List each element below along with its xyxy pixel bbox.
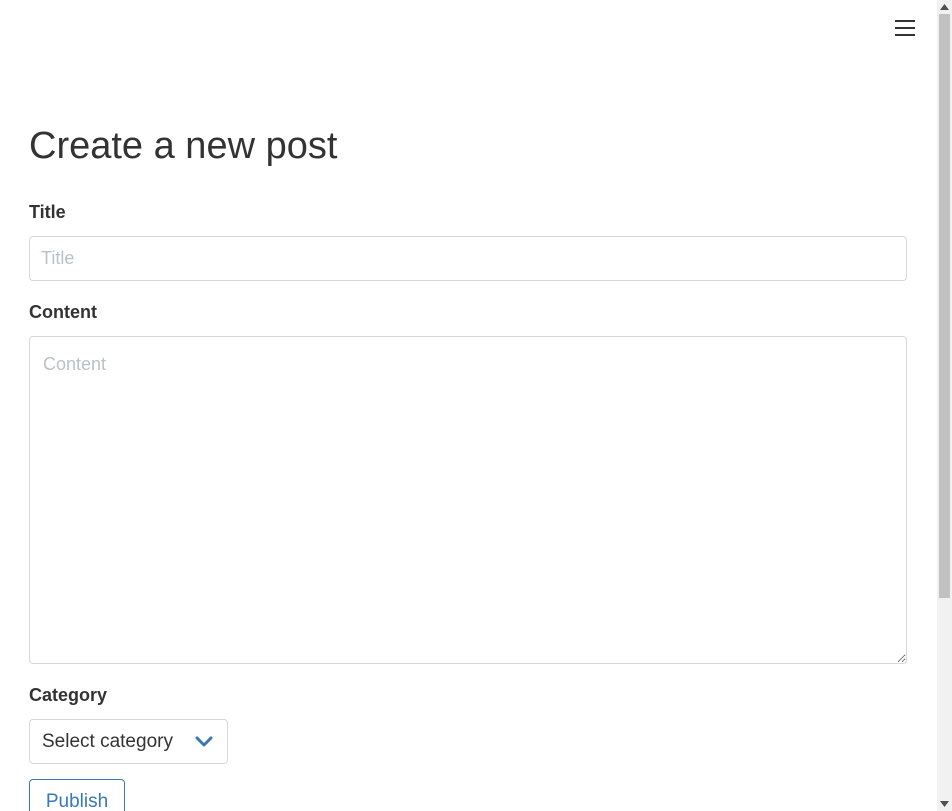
scroll-thumb[interactable] [939,14,950,598]
triangle-down-icon [940,801,949,807]
scroll-down-button[interactable] [937,797,952,811]
page-title: Create a new post [29,125,338,167]
menu-bar-3 [895,34,915,36]
title-input[interactable] [29,236,907,281]
content-label: Content [29,302,97,322]
menu-bar-1 [895,20,915,22]
category-label: Category [29,685,108,705]
triangle-up-icon [940,4,949,10]
menu-bar-2 [895,27,915,29]
vertical-scrollbar[interactable] [937,0,952,811]
chevron-down-icon [193,731,215,753]
content-textarea[interactable] [29,336,907,664]
publish-button[interactable]: Publish [29,779,125,811]
browser-viewport: Create a new post Title Content Category… [0,0,952,811]
hamburger-menu-icon[interactable] [891,15,919,41]
scroll-up-button[interactable] [937,0,952,14]
category-select[interactable]: Select category [29,719,228,764]
category-select-value: Select category [42,730,173,752]
page-content: Create a new post Title Content Category… [0,0,937,811]
title-label: Title [29,202,66,222]
